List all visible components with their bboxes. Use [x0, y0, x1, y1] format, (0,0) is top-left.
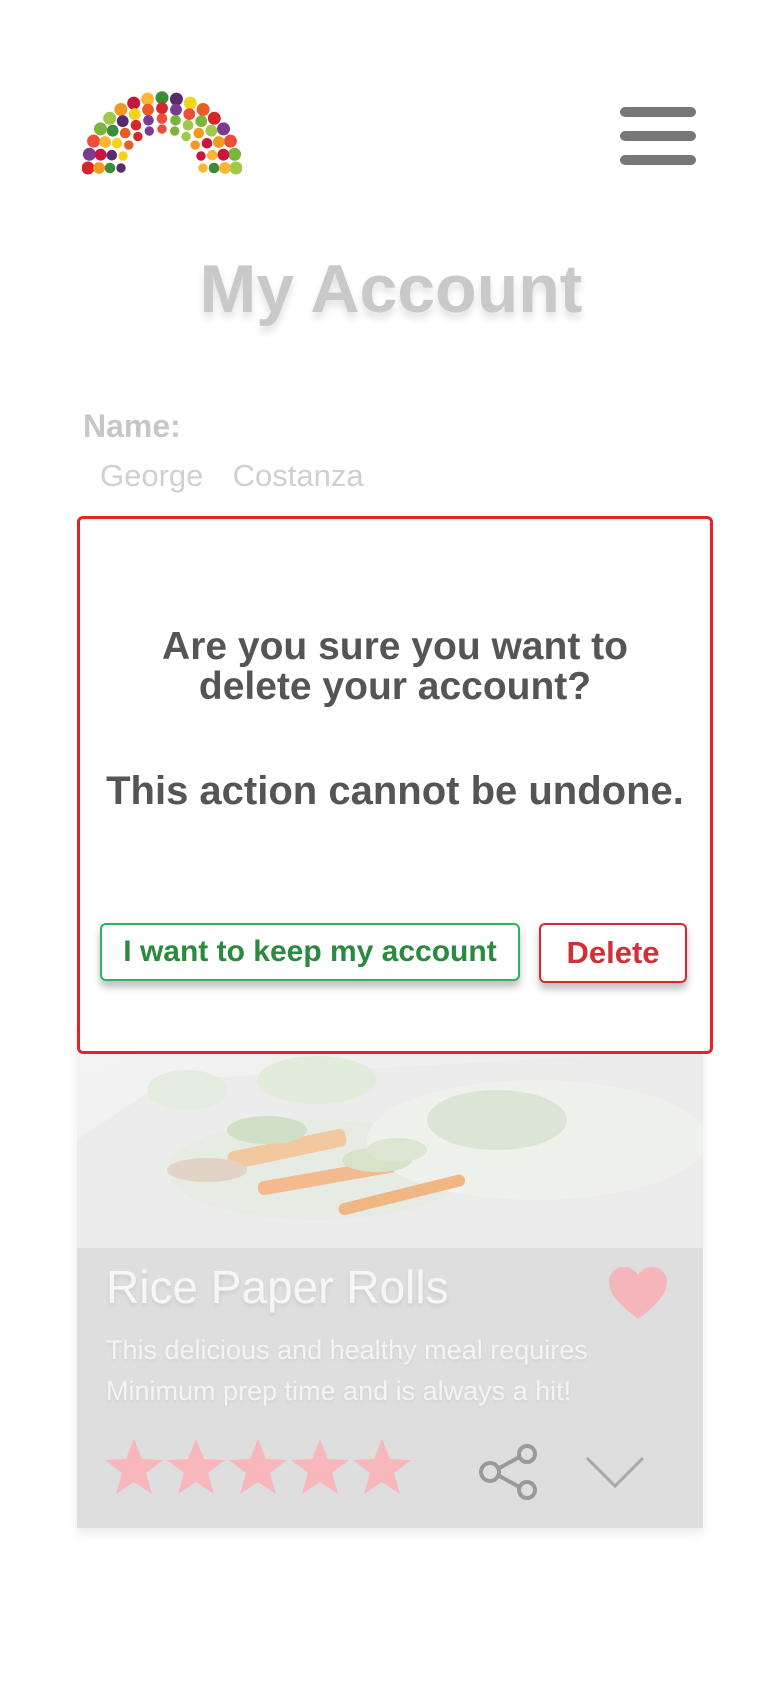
- star-icon[interactable]: [289, 1436, 351, 1498]
- star-icon[interactable]: [227, 1436, 289, 1498]
- recipe-image: [77, 1020, 703, 1248]
- name-value: George Costanza: [100, 458, 364, 493]
- chevron-down-icon[interactable]: [585, 1455, 645, 1489]
- name-label: Name:: [83, 408, 181, 444]
- logo-icon: [82, 91, 242, 175]
- dialog-warning: This action cannot be undone.: [106, 769, 684, 813]
- rating-stars: [103, 1436, 413, 1498]
- dialog-question: Are you sure you want to delete your acc…: [162, 625, 628, 708]
- hamburger-menu-icon[interactable]: [620, 107, 696, 165]
- star-icon[interactable]: [351, 1436, 413, 1498]
- delete-button[interactable]: Delete: [539, 923, 687, 983]
- recipe-description: This delicious and healthy meal requires…: [106, 1335, 588, 1406]
- star-icon[interactable]: [103, 1436, 165, 1498]
- recipe-title: Rice Paper Rolls: [106, 1261, 449, 1313]
- star-icon[interactable]: [165, 1436, 227, 1498]
- share-icon[interactable]: [477, 1444, 541, 1500]
- keep-account-button[interactable]: I want to keep my account: [100, 923, 520, 981]
- delete-account-dialog: Are you sure you want to delete your acc…: [77, 516, 713, 1054]
- recipe-card: Rice Paper Rolls This delicious and heal…: [77, 1020, 703, 1528]
- page-title: My Account: [199, 251, 583, 327]
- account-page: My Account Name: George Costanza Rice Pa…: [0, 0, 782, 1688]
- heart-icon[interactable]: [607, 1265, 669, 1321]
